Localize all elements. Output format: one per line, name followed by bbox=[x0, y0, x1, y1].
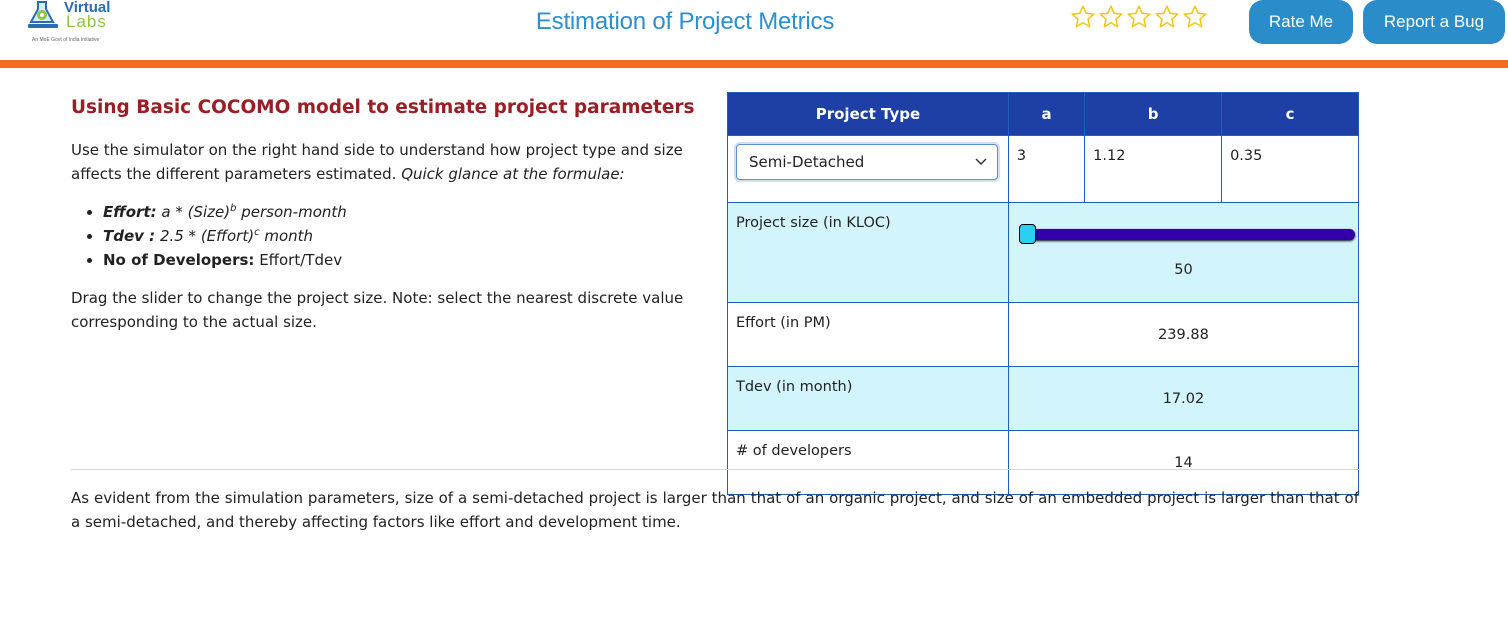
formula-effort-exponent: b bbox=[230, 203, 237, 214]
project-size-slider-cell: 50 bbox=[1007, 202, 1360, 303]
header-a: a bbox=[1007, 92, 1086, 136]
rate-me-button[interactable]: Rate Me bbox=[1249, 0, 1353, 44]
formula-effort: Effort: a * (Size)b person-month bbox=[103, 200, 711, 224]
formula-effort-unit: person-month bbox=[241, 203, 347, 221]
table-row-parameters: Semi-Detached 3 1.12 0.35 bbox=[727, 135, 1359, 203]
param-c-value: 0.35 bbox=[1221, 135, 1359, 203]
table-row-developers: # of developers 14 bbox=[727, 430, 1360, 495]
effort-label: Effort (in PM) bbox=[727, 302, 1009, 367]
header-b: b bbox=[1084, 92, 1223, 136]
header: Virtual Labs An MoE Govt of India Initia… bbox=[0, 0, 1508, 60]
logo-text-labs: Labs bbox=[66, 12, 107, 31]
formula-effort-expr: a * (Size) bbox=[161, 203, 231, 221]
formula-dev-expr: Effort/Tdev bbox=[259, 251, 343, 269]
formula-dev-label: No of Developers: bbox=[103, 251, 255, 269]
developers-label: # of developers bbox=[727, 430, 1009, 495]
chevron-down-icon bbox=[975, 158, 987, 166]
intro-emphasis: Quick glance at the formulae: bbox=[401, 165, 625, 183]
project-size-slider-thumb[interactable] bbox=[1018, 224, 1036, 244]
formula-tdev-unit: month bbox=[264, 227, 314, 245]
instructions-panel: Using Basic COCOMO model to estimate pro… bbox=[71, 95, 711, 334]
header-project-type: Project Type bbox=[727, 92, 1009, 136]
effort-value: 239.88 bbox=[1007, 302, 1360, 367]
header-c: c bbox=[1221, 92, 1359, 136]
virtual-labs-logo[interactable]: Virtual Labs An MoE Govt of India Initia… bbox=[26, 0, 126, 46]
param-b-value: 1.12 bbox=[1084, 135, 1223, 203]
param-a-value: 3 bbox=[1007, 135, 1086, 203]
formula-effort-label: Effort: bbox=[103, 203, 157, 221]
developers-value: 14 bbox=[1007, 430, 1360, 495]
project-size-label: Project size (in KLOC) bbox=[727, 202, 1009, 303]
project-size-value: 50 bbox=[1174, 262, 1193, 278]
drag-note: Drag the slider to change the project si… bbox=[71, 289, 684, 331]
section-heading: Using Basic COCOMO model to estimate pro… bbox=[71, 97, 695, 118]
flask-logo-icon bbox=[28, 1, 58, 28]
formula-tdev-exponent: c bbox=[254, 227, 260, 238]
formula-tdev: Tdev : 2.5 * (Effort)c month bbox=[103, 224, 711, 248]
header-accent-bar bbox=[0, 60, 1508, 68]
table-row-project-size: Project size (in KLOC) 50 bbox=[727, 202, 1360, 303]
star-icon[interactable] bbox=[1070, 4, 1096, 30]
page-title: Estimation of Project Metrics bbox=[535, 8, 835, 35]
intro-text: Use the simulator on the right hand side… bbox=[71, 138, 711, 186]
tdev-value: 17.02 bbox=[1007, 366, 1360, 431]
report-bug-button[interactable]: Report a Bug bbox=[1363, 0, 1505, 44]
section-divider bbox=[71, 469, 1359, 470]
project-type-selected: Semi-Detached bbox=[749, 153, 865, 171]
formula-tdev-label: Tdev : bbox=[103, 227, 156, 245]
star-icon[interactable] bbox=[1126, 4, 1152, 30]
table-row-tdev: Tdev (in month) 17.02 bbox=[727, 366, 1360, 431]
star-icon[interactable] bbox=[1098, 4, 1124, 30]
tdev-label: Tdev (in month) bbox=[727, 366, 1009, 431]
formula-list: Effort: a * (Size)b person-month Tdev : … bbox=[71, 200, 711, 272]
project-type-cell: Semi-Detached bbox=[727, 135, 1009, 203]
logo-tagline: An MoE Govt of India Initiative bbox=[32, 37, 100, 43]
project-size-slider-track[interactable] bbox=[1022, 229, 1355, 240]
formula-developers: No of Developers: Effort/Tdev bbox=[103, 248, 711, 272]
star-icon[interactable] bbox=[1154, 4, 1180, 30]
star-rating[interactable] bbox=[1070, 4, 1208, 30]
table-row-effort: Effort (in PM) 239.88 bbox=[727, 302, 1360, 367]
table-header-row: Project Type a b c bbox=[727, 92, 1359, 136]
star-icon[interactable] bbox=[1182, 4, 1208, 30]
conclusion-text: As evident from the simulation parameter… bbox=[71, 489, 1359, 531]
formula-tdev-expr: 2.5 * (Effort) bbox=[159, 227, 255, 245]
simulator-table: Project Type a b c Semi-Detached 3 1.12 … bbox=[727, 92, 1360, 495]
project-type-select[interactable]: Semi-Detached bbox=[736, 144, 998, 180]
